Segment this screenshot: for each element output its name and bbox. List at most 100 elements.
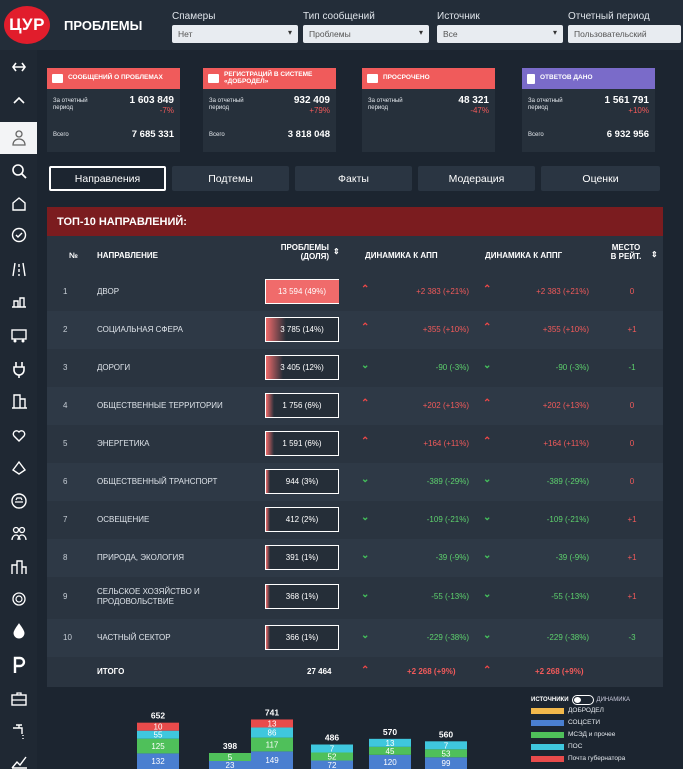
chart-total-label: 398	[223, 741, 237, 751]
coin-icon[interactable]	[0, 586, 37, 612]
row-direction: СЕЛЬСКОЕ ХОЗЯЙСТВО И ПРОДОВОЛЬСТВИЕ	[97, 587, 200, 606]
source-dynamic-toggle[interactable]: ИСТОЧНИКИ ДИНАМИКА	[531, 695, 630, 705]
toggle-switch[interactable]	[571, 695, 594, 705]
card-total-value: 7 685 331	[131, 129, 174, 140]
chart-segment-label: 52	[328, 753, 337, 762]
card-period-label: За отчетный период	[368, 98, 403, 111]
card-overdue[interactable]: ПРОСРОЧЕНО За отчетный период 48 321 -47…	[362, 68, 495, 152]
legend-item[interactable]: СОЦСЕТИ	[531, 719, 600, 726]
row-direction: ДОРОГИ	[97, 363, 131, 372]
row-dynamic-appg: +164 (+11%)	[543, 439, 589, 448]
bus-icon[interactable]	[0, 322, 37, 348]
shield-icon[interactable]	[0, 222, 37, 248]
table-row[interactable]: 9 СЕЛЬСКОЕ ХОЗЯЙСТВО И ПРОДОВОЛЬСТВИЕ 368 …	[47, 577, 663, 617]
phone-icon[interactable]	[0, 454, 37, 480]
parking-icon[interactable]	[0, 652, 37, 678]
chart-total-label: 741	[265, 707, 279, 717]
chevron-up-icon[interactable]	[0, 88, 37, 114]
page-title: ПРОБЛЕМЫ	[64, 18, 143, 33]
chart-segment-label: 7	[330, 745, 335, 754]
row-problems-bar: 1 591 (6%)	[265, 431, 339, 456]
total-dynamic-app: +2 268 (+9%)	[407, 667, 456, 676]
card-period-label: За отчетный период	[53, 98, 88, 111]
house-icon[interactable]	[0, 190, 37, 216]
car-badge-icon[interactable]	[0, 488, 37, 514]
tower-icon[interactable]	[0, 388, 37, 414]
legend-label: ПОС	[568, 743, 583, 750]
card-total-label: Всего	[528, 132, 544, 138]
table-row[interactable]: 7 ОСВЕЩЕНИЕ 412 (2%) ⌄ -109 (-21%) ⌄ -109 (-21…	[47, 501, 663, 539]
chart-svg: 1321255510652235398149117861374172527486…	[137, 701, 523, 769]
chart-segment-label: 5	[228, 753, 233, 762]
park-icon[interactable]	[0, 288, 37, 314]
row-rank-change: 0	[629, 287, 635, 296]
chart-segment-label: 132	[151, 757, 165, 766]
row-problems-bar: 13 594 (49%)	[265, 279, 339, 304]
sort-icon[interactable]: ⇕	[651, 250, 658, 259]
total-row: ИТОГО 27 464 ⌃ +2 268 (+9%) ⌃ +2 268 (+9…	[47, 659, 663, 685]
chart-total-label: 652	[151, 711, 165, 721]
legend-item[interactable]: ПОС	[531, 743, 582, 750]
tab-ratings[interactable]: Оценки	[541, 166, 660, 191]
chart-segment-label: 53	[442, 749, 451, 758]
table-row[interactable]: 4 ОБЩЕСТВЕННЫЕ ТЕРРИТОРИИ 1 756 (6%) ⌃ +202 …	[47, 387, 663, 425]
card-period-label: За отчетный период	[528, 98, 563, 111]
card-answers[interactable]: ОТВЕТОВ ДАНО За отчетный период 1 561 79…	[522, 68, 655, 152]
legend-item[interactable]: Почта губернатора	[531, 755, 625, 762]
sort-icon[interactable]: ⇕	[333, 247, 340, 256]
legend-item[interactable]: ДОБРОДЕЛ	[531, 707, 604, 714]
row-number: 3	[63, 363, 68, 372]
card-period-value: 48 321	[458, 95, 489, 106]
table-row[interactable]: 2 СОЦИАЛЬНАЯ СФЕРА 3 785 (14%) ⌃ +355 (+10%)…	[47, 311, 663, 349]
card-problems[interactable]: СООБЩЕНИЙ О ПРОБЛЕМАХ За отчетный период…	[47, 68, 180, 152]
tab-subtopics[interactable]: Подтемы	[172, 166, 289, 191]
arrow-up-icon: ⌃	[361, 284, 370, 295]
card-title: ОТВЕТОВ ДАНО	[540, 74, 593, 82]
faucet-icon[interactable]	[0, 718, 37, 744]
charity-icon[interactable]	[0, 422, 37, 448]
header-dynamic-appg-sort[interactable]: ДИНАМИКА К АППГ	[485, 251, 562, 260]
briefcase-icon[interactable]	[0, 686, 37, 712]
arrow-down-icon: ⌄	[361, 360, 370, 371]
row-dynamic-app: -229 (-38%)	[426, 633, 469, 642]
legend-item[interactable]: МСЭД и прочее	[531, 731, 615, 738]
row-dynamic-app: -55 (-13%)	[431, 592, 469, 601]
filter-spammers-select[interactable]: Нет ▾	[172, 25, 298, 43]
row-dynamic-app: -39 (-9%)	[435, 553, 469, 562]
filter-message-type-select[interactable]: Проблемы ▾	[303, 25, 429, 43]
tab-moderation[interactable]: Модерация	[418, 166, 535, 191]
table-row[interactable]: 6 ОБЩЕСТВЕННЫЙ ТРАНСПОРТ 944 (3%) ⌄ -389 (-2…	[47, 463, 663, 501]
row-dynamic-appg: -229 (-38%)	[546, 633, 589, 642]
buildings-icon[interactable]	[0, 554, 37, 580]
header-rank-sort[interactable]: МЕСТО В РЕЙТ.	[609, 243, 643, 261]
tab-facts[interactable]: Факты	[295, 166, 412, 191]
table-row[interactable]: 8 ПРИРОДА, ЭКОЛОГИЯ 391 (1%) ⌄ -39 (-9%) ⌄ -39…	[47, 539, 663, 577]
road-icon[interactable]	[0, 256, 37, 282]
chevron-down-icon: ▾	[287, 28, 292, 37]
card-registrations[interactable]: РЕГИСТРАЦИЙ В СИСТЕМЕ «ДОБРОДЕЛ» За отче…	[203, 68, 336, 152]
row-problems-bar: 3 405 (12%)	[265, 355, 339, 380]
logo[interactable]: ЦУР	[4, 6, 50, 44]
header-direction: НАПРАВЛЕНИЕ	[97, 251, 158, 260]
card-title: СООБЩЕНИЙ О ПРОБЛЕМАХ	[68, 74, 163, 82]
row-number: 8	[63, 553, 68, 562]
plug-icon[interactable]	[0, 356, 37, 382]
table-row[interactable]: 10 ЧАСТНЫЙ СЕКТОР 366 (1%) ⌄ -229 (-38%) ⌄ -22…	[47, 619, 663, 657]
row-rank-change: 0	[629, 477, 635, 486]
header-dynamic-app-sort[interactable]: ДИНАМИКА К АПП	[365, 251, 438, 260]
table-row[interactable]: 1 ДВОР 13 594 (49%) ⌃ +2 383 (+21%) ⌃ +2 383 (…	[47, 273, 663, 311]
filter-period-select[interactable]: Пользовательский	[568, 25, 681, 43]
card-total-value: 6 932 956	[606, 129, 649, 140]
person-icon[interactable]	[0, 122, 37, 154]
graph-icon[interactable]	[0, 748, 37, 769]
search-icon[interactable]	[0, 158, 37, 184]
family-icon[interactable]	[0, 520, 37, 546]
collapse-icon[interactable]	[0, 54, 37, 80]
header-problems-sort[interactable]: ПРОБЛЕМЫ (ДОЛЯ)	[269, 243, 329, 261]
table-row[interactable]: 5 ЭНЕРГЕТИКА 1 591 (6%) ⌃ +164 (+11%) ⌃ +164 (…	[47, 425, 663, 463]
drop-icon[interactable]	[0, 618, 37, 644]
tab-directions[interactable]: Направления	[49, 166, 166, 191]
filter-label-source: Источник	[437, 11, 480, 22]
table-row[interactable]: 3 ДОРОГИ 3 405 (12%) ⌄ -90 (-3%) ⌄ -90 (-3%) -1	[47, 349, 663, 387]
filter-source-select[interactable]: Все ▾	[437, 25, 563, 43]
